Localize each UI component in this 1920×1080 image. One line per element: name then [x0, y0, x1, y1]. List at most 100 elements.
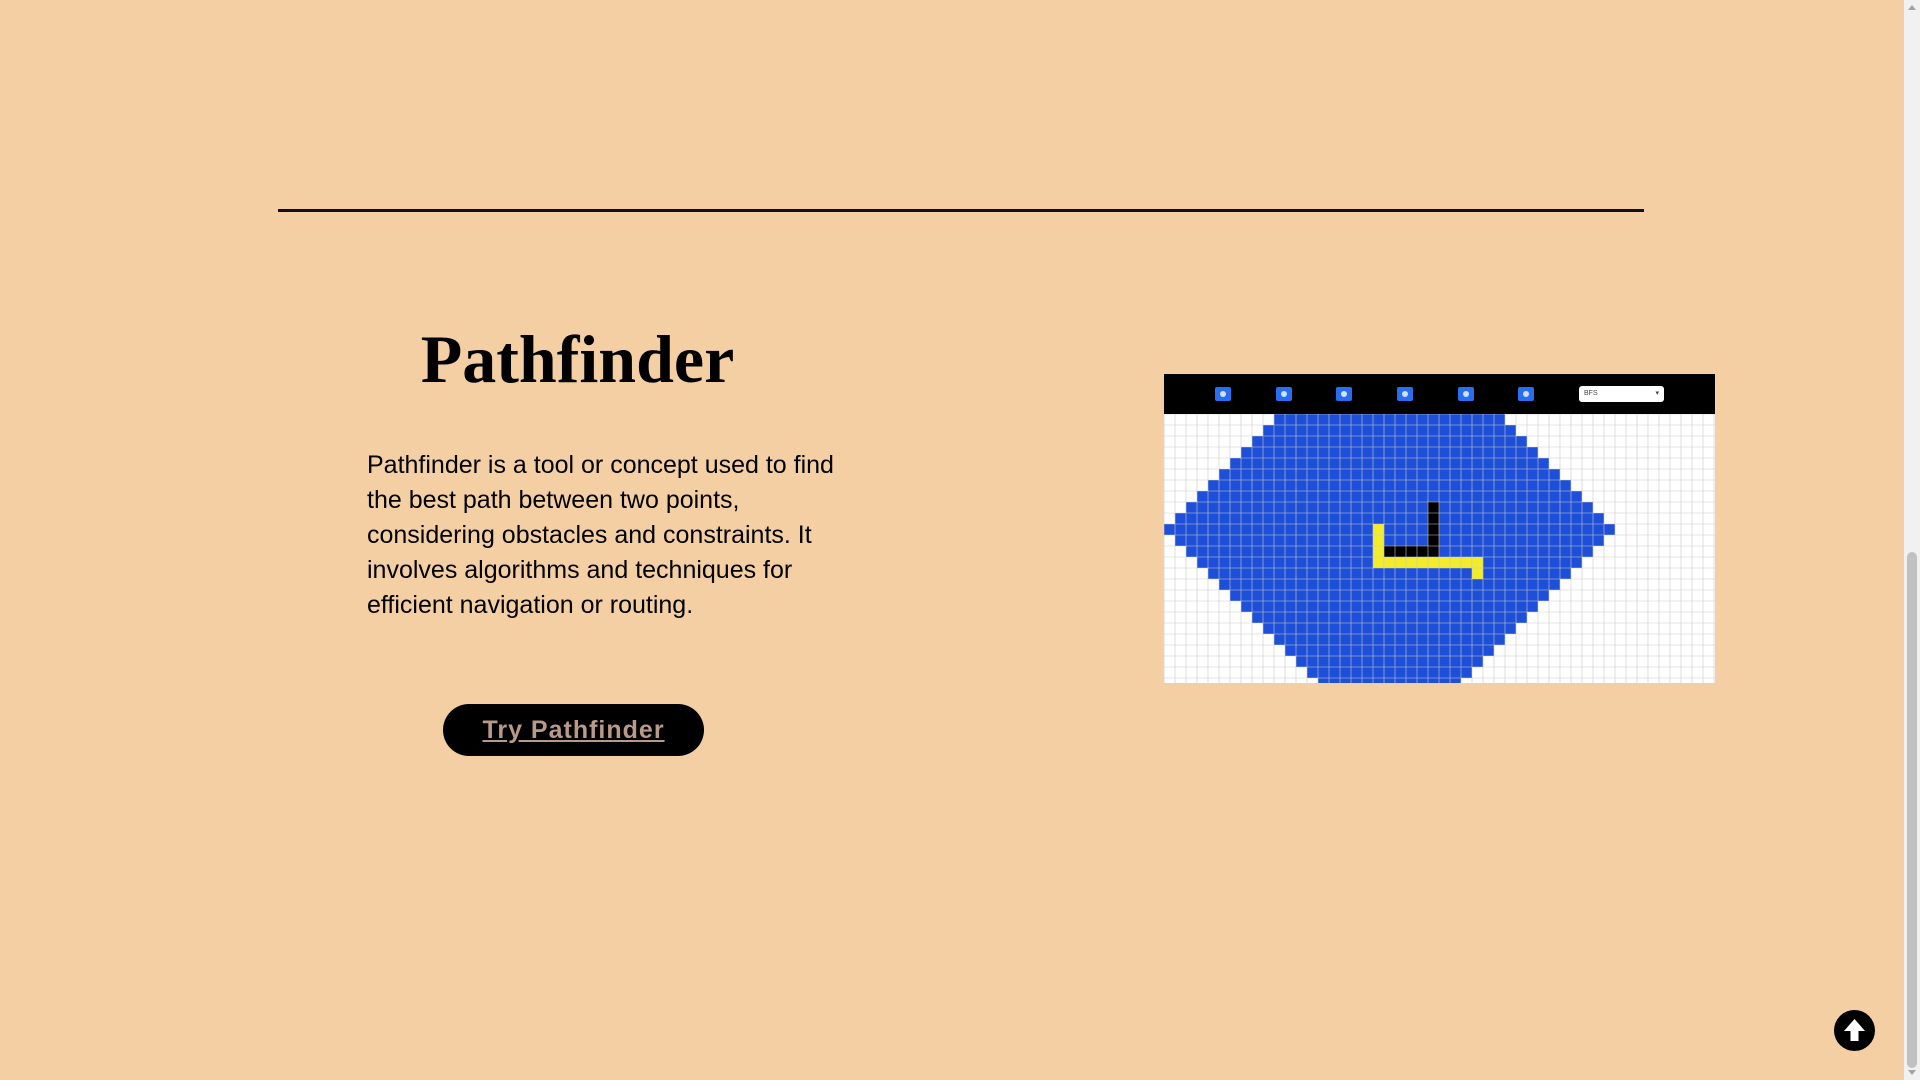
visited-cell	[1197, 546, 1208, 557]
visited-cell	[1571, 557, 1582, 568]
visited-cell	[1406, 634, 1417, 645]
visited-cell	[1263, 601, 1274, 612]
visited-cell	[1461, 612, 1472, 623]
visited-cell	[1538, 458, 1549, 469]
visited-cell	[1549, 491, 1560, 502]
visited-cell	[1263, 535, 1274, 546]
visited-cell	[1461, 579, 1472, 590]
visited-cell	[1483, 590, 1494, 601]
visited-cell	[1362, 458, 1373, 469]
visited-cell	[1296, 557, 1307, 568]
visited-cell	[1329, 513, 1340, 524]
visited-cell	[1461, 436, 1472, 447]
visited-cell	[1329, 645, 1340, 656]
visited-cell	[1351, 469, 1362, 480]
visited-cell	[1406, 414, 1417, 425]
visited-cell	[1340, 480, 1351, 491]
visited-cell	[1263, 568, 1274, 579]
visited-cell	[1516, 524, 1527, 535]
visited-cell	[1318, 623, 1329, 634]
visited-cell	[1329, 579, 1340, 590]
scrollbar-thumb[interactable]	[1907, 552, 1917, 1068]
visited-cell	[1362, 623, 1373, 634]
visited-cell	[1395, 579, 1406, 590]
visited-cell	[1384, 590, 1395, 601]
visited-cell	[1417, 447, 1428, 458]
play-icon	[1518, 387, 1534, 401]
visited-cell	[1395, 469, 1406, 480]
visited-cell	[1197, 557, 1208, 568]
visited-cell	[1527, 557, 1538, 568]
visited-cell	[1384, 513, 1395, 524]
visited-cell	[1472, 546, 1483, 557]
visited-cell	[1263, 612, 1274, 623]
visited-cell	[1285, 447, 1296, 458]
scroll-to-top-button[interactable]	[1834, 1010, 1875, 1051]
visited-cell	[1549, 568, 1560, 579]
visited-cell	[1318, 491, 1329, 502]
visited-cell	[1263, 502, 1274, 513]
visited-cell	[1450, 469, 1461, 480]
visited-cell	[1582, 524, 1593, 535]
visited-cell	[1373, 568, 1384, 579]
visited-cell	[1516, 568, 1527, 579]
scroll-down-arrow-icon[interactable]	[1908, 1070, 1916, 1075]
visited-cell	[1274, 436, 1285, 447]
visited-cell	[1505, 491, 1516, 502]
visited-cell	[1252, 568, 1263, 579]
visited-cell	[1307, 634, 1318, 645]
visited-cell	[1252, 513, 1263, 524]
visited-cell	[1296, 447, 1307, 458]
visited-cell	[1329, 502, 1340, 513]
visited-cell	[1549, 513, 1560, 524]
page-scrollbar[interactable]	[1904, 0, 1920, 1080]
visited-cell	[1428, 447, 1439, 458]
visited-cell	[1461, 535, 1472, 546]
visited-cell	[1230, 513, 1241, 524]
visited-cell	[1417, 458, 1428, 469]
visited-cell	[1373, 502, 1384, 513]
visited-cell	[1307, 458, 1318, 469]
visited-cell	[1274, 612, 1285, 623]
pathfinder-grid	[1164, 414, 1715, 683]
visited-cell	[1439, 414, 1450, 425]
visited-cell	[1428, 623, 1439, 634]
visited-cell	[1483, 546, 1494, 557]
scroll-up-arrow-icon[interactable]	[1908, 5, 1916, 10]
visited-cell	[1296, 568, 1307, 579]
visited-cell	[1417, 667, 1428, 678]
visited-cell	[1406, 568, 1417, 579]
visited-cell	[1593, 524, 1604, 535]
visited-cell	[1340, 678, 1351, 683]
try-pathfinder-button[interactable]: Try Pathfinder	[443, 704, 704, 756]
visited-cell	[1582, 546, 1593, 557]
visited-cell	[1329, 414, 1340, 425]
visited-cell	[1428, 436, 1439, 447]
visited-cell	[1560, 502, 1571, 513]
visited-cell	[1395, 480, 1406, 491]
visited-cell	[1472, 612, 1483, 623]
visited-cell	[1230, 568, 1241, 579]
visited-cell	[1516, 579, 1527, 590]
visited-cell	[1307, 612, 1318, 623]
visited-cell	[1538, 546, 1549, 557]
visited-cell	[1384, 601, 1395, 612]
visited-cell	[1351, 579, 1362, 590]
visited-cell	[1549, 535, 1560, 546]
visited-cell	[1439, 491, 1450, 502]
visited-cell	[1274, 546, 1285, 557]
visited-cell	[1252, 480, 1263, 491]
visited-cell	[1373, 469, 1384, 480]
visited-cell	[1395, 502, 1406, 513]
visited-cell	[1219, 535, 1230, 546]
visited-cell	[1384, 568, 1395, 579]
visited-cell	[1351, 513, 1362, 524]
visited-cell	[1538, 491, 1549, 502]
visited-cell	[1274, 480, 1285, 491]
start-node-icon	[1215, 387, 1231, 401]
visited-cell	[1406, 425, 1417, 436]
visited-cell	[1351, 546, 1362, 557]
visited-cell	[1208, 535, 1219, 546]
visited-cell	[1340, 612, 1351, 623]
visited-cell	[1252, 458, 1263, 469]
